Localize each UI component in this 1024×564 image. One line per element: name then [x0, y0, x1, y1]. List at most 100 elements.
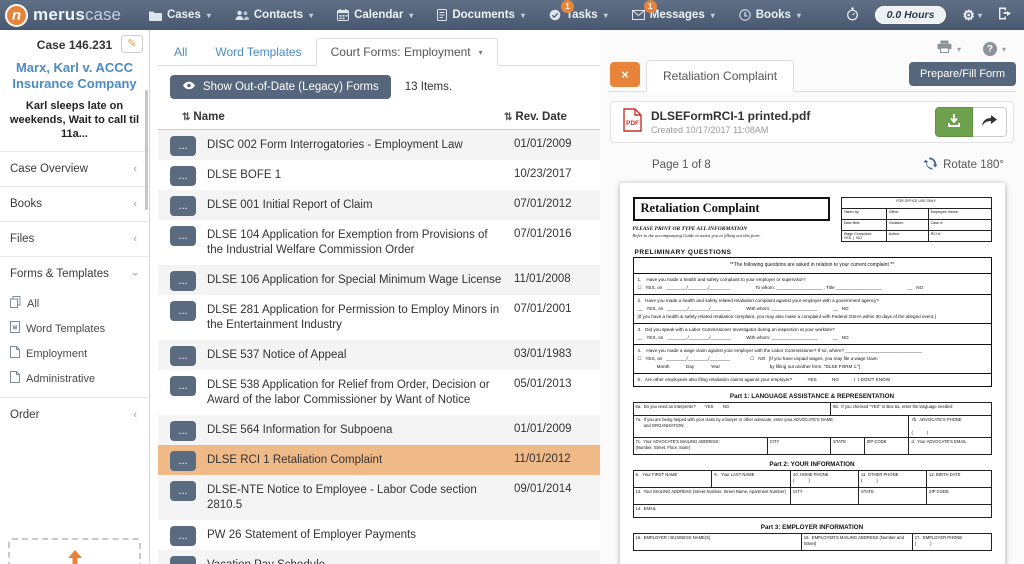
chevron-down-icon: ▾ — [206, 10, 211, 20]
form-name: DLSE 538 Application for Relief from Ord… — [207, 379, 490, 406]
table-row[interactable]: ... DLSE 106 Application for Special Min… — [158, 265, 600, 295]
table-row[interactable]: ... DLSE 001 Initial Report of Claim 07/… — [158, 190, 600, 220]
nav-calendar[interactable]: Calendar ▾ — [325, 0, 425, 30]
tab-label: Court Forms: Employment — [330, 45, 471, 59]
tab-court-forms-employment[interactable]: Court Forms: Employment ▾ — [315, 38, 498, 66]
table-row[interactable]: ... DLSE 104 Application for Exemption f… — [158, 220, 600, 265]
form-rev-date: 03/01/1983 — [514, 348, 572, 360]
table-row[interactable]: ... DLSE 281 Application for Permission … — [158, 295, 600, 340]
nav-tasks[interactable]: 1 Tasks ▾ — [537, 0, 620, 30]
case-title-link[interactable]: Marx, Karl v. ACCC Insurance Company — [0, 54, 149, 95]
sidebar-item-books[interactable]: Books ‹ — [0, 186, 149, 221]
subitem-label: Word Templates — [26, 322, 106, 335]
help-menu[interactable]: ? ▾ — [982, 42, 1006, 56]
share-button[interactable] — [973, 107, 1007, 137]
chevron-left-icon: ‹ — [133, 163, 137, 176]
row-actions-button[interactable]: ... — [170, 451, 196, 471]
row-actions-button[interactable]: ... — [170, 421, 196, 441]
sort-icon: ⇅ — [182, 112, 191, 123]
row-actions-button[interactable]: ... — [170, 166, 196, 186]
table-row[interactable]: ... DLSE 537 Notice of Appeal 03/01/1983 — [158, 340, 600, 370]
nav-label: Contacts — [253, 9, 304, 21]
hours-tracker-pill[interactable]: 0.0 Hours — [874, 6, 947, 24]
table-row[interactable]: ... DLSE 564 Information for Subpoena 01… — [158, 415, 600, 445]
nav-label: Documents — [452, 9, 515, 21]
sidebar-subitem-all[interactable]: All — [10, 291, 149, 316]
case-sidebar: Case 146.231 ✎ Marx, Karl v. ACCC Insura… — [0, 30, 150, 564]
sort-by-date[interactable]: ⇅ Rev. Date — [504, 111, 592, 123]
tasks-badge: 1 — [560, 0, 574, 13]
rotate-control[interactable]: Rotate 180° — [923, 157, 1004, 173]
tab-word-templates[interactable]: Word Templates — [201, 39, 315, 65]
pdf-form-title: Retaliation Complaint — [632, 197, 830, 221]
show-legacy-forms-button[interactable]: Show Out-of-Date (Legacy) Forms — [170, 75, 391, 99]
subitem-label: Employment — [26, 347, 88, 360]
nav-cases[interactable]: Cases ▾ — [137, 0, 223, 30]
sidebar-scrollbar[interactable] — [145, 90, 148, 210]
row-actions-button[interactable]: ... — [170, 481, 196, 501]
form-rev-date: 01/01/2009 — [514, 423, 572, 435]
question-2: 2. Have you made a health and safety rel… — [632, 293, 992, 324]
logout-icon[interactable] — [998, 7, 1012, 23]
file-name[interactable]: DLSEFormRCI-1 printed.pdf — [651, 109, 810, 123]
download-button[interactable] — [935, 107, 973, 137]
forms-tabs: All Word Templates Court Forms: Employme… — [158, 38, 600, 66]
row-actions-button[interactable]: ... — [170, 301, 196, 321]
items-count: 13 Items. — [404, 81, 453, 93]
form-name: DLSE RCI 1 Retaliation Complaint — [207, 454, 383, 466]
office-use-table: FOR OFFICE USE ONLY Taken by: Office: Em… — [840, 197, 992, 242]
nav-label: Books — [755, 9, 791, 21]
preliminary-questions-heading: PRELIMINARY QUESTIONS — [634, 249, 732, 256]
help-icon: ? — [982, 42, 997, 56]
sidebar-subitem-employment[interactable]: Employment — [10, 341, 149, 366]
brand-merus: merus — [33, 5, 86, 24]
sidebar-item-forms-templates[interactable]: Forms & Templates › — [0, 256, 149, 291]
pencil-icon: ✎ — [127, 37, 137, 50]
form-name: DLSE-NTE Notice to Employee - Labor Code… — [207, 484, 477, 511]
row-actions-button[interactable]: ... — [170, 271, 196, 291]
sort-by-name[interactable]: ⇅ Name — [182, 111, 504, 123]
part1-heading: Part 1: LANGUAGE ASSISTANCE & REPRESENTA… — [729, 393, 895, 401]
tab-all[interactable]: All — [160, 39, 201, 65]
table-row[interactable]: ... DLSE 538 Application for Relief from… — [158, 370, 600, 415]
section-label: Order — [10, 409, 40, 422]
chevron-left-icon: ‹ — [133, 233, 137, 246]
form-rev-date: 07/01/2012 — [514, 198, 572, 210]
stopwatch-icon[interactable] — [846, 7, 859, 24]
table-row[interactable]: ... DISC 002 Form Interrogatories - Empl… — [158, 130, 600, 160]
row-actions-button[interactable]: ... — [170, 196, 196, 216]
print-menu[interactable]: ▾ — [937, 40, 961, 58]
nav-documents[interactable]: Documents ▾ — [425, 0, 537, 30]
row-actions-button[interactable]: ... — [170, 556, 196, 564]
sidebar-item-case-overview[interactable]: Case Overview ‹ — [0, 151, 149, 186]
table-row[interactable]: ... PW 26 Statement of Employer Payments — [158, 520, 600, 550]
chevron-down-icon: ▾ — [478, 47, 483, 57]
nav-books[interactable]: Books ▾ — [727, 0, 813, 30]
close-preview-button[interactable]: × — [610, 62, 640, 87]
sidebar-item-files[interactable]: Files ‹ — [0, 221, 149, 256]
sidebar-subitem-word-templates[interactable]: Word Templates — [10, 316, 149, 341]
sidebar-item-order[interactable]: Order ‹ — [0, 397, 149, 432]
row-actions-button[interactable]: ... — [170, 226, 196, 246]
edit-case-button[interactable]: ✎ — [121, 35, 143, 53]
prepare-fill-form-button[interactable]: Prepare/Fill Form — [909, 62, 1016, 86]
section-label: Books — [10, 198, 42, 211]
row-actions-button[interactable]: ... — [170, 526, 196, 546]
nav-messages[interactable]: 1 Messages ▾ — [620, 0, 727, 30]
sidebar-subitem-administrative[interactable]: Administrative — [10, 366, 149, 391]
row-actions-button[interactable]: ... — [170, 136, 196, 156]
table-row[interactable]: ... Vacation Pay Schedule — [158, 550, 600, 564]
settings-menu[interactable]: ⚙ ▾ — [962, 7, 982, 24]
chevron-left-icon: ‹ — [133, 409, 137, 422]
nav-contacts[interactable]: Contacts ▾ — [223, 0, 325, 30]
tab-retaliation-complaint[interactable]: Retaliation Complaint — [646, 60, 795, 92]
table-row[interactable]: ... DLSE BOFE 1 10/23/2017 — [158, 160, 600, 190]
row-actions-button[interactable]: ... — [170, 376, 196, 396]
question-4: 4. Have you made a wage claim against yo… — [632, 343, 992, 375]
table-row[interactable]: ... DLSE-NTE Notice to Employee - Labor … — [158, 475, 600, 520]
form-name: DLSE 001 Initial Report of Claim — [207, 199, 373, 211]
file-dropzone[interactable]: Drag and Drop Files Here to Upload to Ca… — [8, 538, 141, 564]
meruscase-logo[interactable]: n merus case — [0, 3, 137, 27]
row-actions-button[interactable]: ... — [170, 346, 196, 366]
table-row-selected[interactable]: ... DLSE RCI 1 Retaliation Complaint 11/… — [158, 445, 600, 475]
